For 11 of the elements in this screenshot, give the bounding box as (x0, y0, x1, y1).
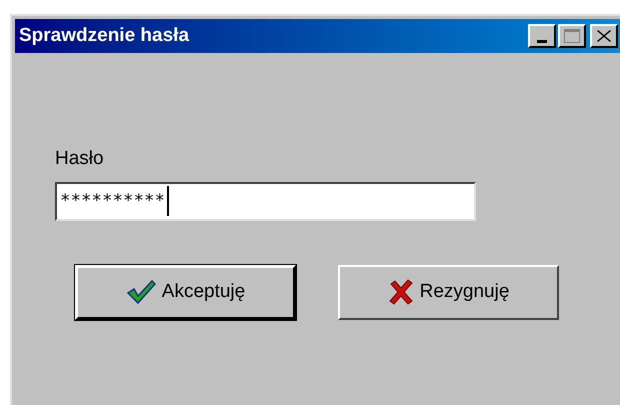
cancel-button[interactable]: Rezygnuję (338, 264, 559, 320)
close-icon (597, 30, 611, 42)
accept-button[interactable]: Akceptuję (75, 264, 296, 320)
password-field[interactable]: ********** (55, 182, 476, 220)
close-button[interactable] (590, 24, 618, 48)
x-icon (388, 279, 414, 305)
window-title: Sprawdzenie hasła (19, 24, 190, 48)
check-icon (126, 279, 156, 305)
minimize-button[interactable] (528, 24, 556, 48)
maximize-button[interactable] (558, 24, 586, 48)
password-label: Hasło (55, 147, 105, 171)
